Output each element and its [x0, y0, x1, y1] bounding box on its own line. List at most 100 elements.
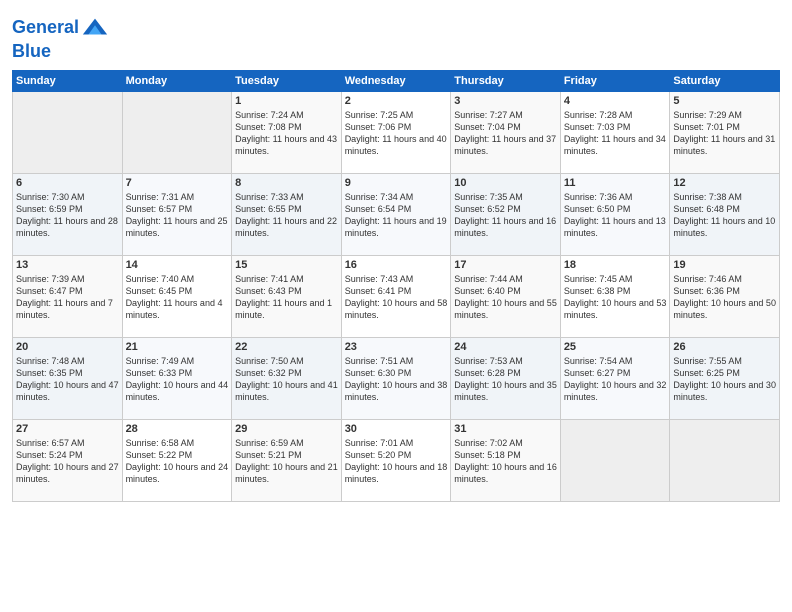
day-number: 24: [454, 341, 557, 353]
day-cell: 11 Sunrise: 7:36 AM Sunset: 6:50 PM Dayli…: [560, 173, 670, 255]
day-cell: 8 Sunrise: 7:33 AM Sunset: 6:55 PM Daylig…: [232, 173, 342, 255]
day-info: Sunrise: 7:44 AM Sunset: 6:40 PM Dayligh…: [454, 273, 557, 322]
day-number: 5: [673, 95, 776, 107]
week-row-2: 6 Sunrise: 7:30 AM Sunset: 6:59 PM Daylig…: [13, 173, 780, 255]
header-cell-sunday: Sunday: [13, 70, 123, 91]
week-row-3: 13 Sunrise: 7:39 AM Sunset: 6:47 PM Dayli…: [13, 255, 780, 337]
day-cell: [670, 419, 780, 501]
day-number: 3: [454, 95, 557, 107]
day-info: Sunrise: 7:35 AM Sunset: 6:52 PM Dayligh…: [454, 191, 557, 240]
day-cell: 30 Sunrise: 7:01 AM Sunset: 5:20 PM Dayli…: [341, 419, 451, 501]
week-row-1: 1 Sunrise: 7:24 AM Sunset: 7:08 PM Daylig…: [13, 91, 780, 173]
day-cell: 27 Sunrise: 6:57 AM Sunset: 5:24 PM Dayli…: [13, 419, 123, 501]
day-cell: 9Sunrise: 7:34 AM Sunset: 6:54 PM Daylig…: [341, 173, 451, 255]
day-number: 29: [235, 423, 338, 435]
day-number: 9: [345, 177, 448, 189]
day-cell: 6 Sunrise: 7:30 AM Sunset: 6:59 PM Daylig…: [13, 173, 123, 255]
day-info: Sunrise: 7:46 AM Sunset: 6:36 PM Dayligh…: [673, 273, 776, 322]
day-info: Sunrise: 7:28 AM Sunset: 7:03 PM Dayligh…: [564, 109, 667, 158]
calendar-table: SundayMondayTuesdayWednesdayThursdayFrid…: [12, 70, 780, 502]
day-number: 10: [454, 177, 557, 189]
day-number: 31: [454, 423, 557, 435]
day-number: 18: [564, 259, 667, 271]
day-cell: 7 Sunrise: 7:31 AM Sunset: 6:57 PM Daylig…: [122, 173, 232, 255]
day-number: 1: [235, 95, 338, 107]
day-info: Sunrise: 7:24 AM Sunset: 7:08 PM Dayligh…: [235, 109, 338, 158]
day-info: Sunrise: 7:30 AM Sunset: 6:59 PM Dayligh…: [16, 191, 119, 240]
day-cell: [13, 91, 123, 173]
day-number: 4: [564, 95, 667, 107]
day-cell: 23 Sunrise: 7:51 AM Sunset: 6:30 PM Dayli…: [341, 337, 451, 419]
header-cell-friday: Friday: [560, 70, 670, 91]
day-number: 28: [126, 423, 229, 435]
day-number: 11: [564, 177, 667, 189]
day-cell: 17 Sunrise: 7:44 AM Sunset: 6:40 PM Dayli…: [451, 255, 561, 337]
day-number: 8: [235, 177, 338, 189]
header: General Blue: [12, 10, 780, 62]
day-number: 25: [564, 341, 667, 353]
day-info: Sunrise: 7:53 AM Sunset: 6:28 PM Dayligh…: [454, 355, 557, 404]
day-cell: 1 Sunrise: 7:24 AM Sunset: 7:08 PM Daylig…: [232, 91, 342, 173]
day-cell: 24 Sunrise: 7:53 AM Sunset: 6:28 PM Dayli…: [451, 337, 561, 419]
day-info: Sunrise: 7:33 AM Sunset: 6:55 PM Dayligh…: [235, 191, 338, 240]
day-cell: [560, 419, 670, 501]
day-info: Sunrise: 7:51 AM Sunset: 6:30 PM Dayligh…: [345, 355, 448, 404]
logo: General Blue: [12, 14, 109, 62]
day-cell: 3 Sunrise: 7:27 AM Sunset: 7:04 PM Daylig…: [451, 91, 561, 173]
day-number: 23: [345, 341, 448, 353]
day-cell: 26 Sunrise: 7:55 AM Sunset: 6:25 PM Dayli…: [670, 337, 780, 419]
day-cell: 19Sunrise: 7:46 AM Sunset: 6:36 PM Dayli…: [670, 255, 780, 337]
day-cell: 12 Sunrise: 7:38 AM Sunset: 6:48 PM Dayli…: [670, 173, 780, 255]
day-cell: 15Sunrise: 7:41 AM Sunset: 6:43 PM Dayli…: [232, 255, 342, 337]
day-cell: 25 Sunrise: 7:54 AM Sunset: 6:27 PM Dayli…: [560, 337, 670, 419]
day-number: 16: [345, 259, 448, 271]
day-info: Sunrise: 7:43 AM Sunset: 6:41 PM Dayligh…: [345, 273, 448, 322]
day-cell: [122, 91, 232, 173]
day-info: Sunrise: 7:01 AM Sunset: 5:20 PM Dayligh…: [345, 437, 448, 486]
day-info: Sunrise: 7:54 AM Sunset: 6:27 PM Dayligh…: [564, 355, 667, 404]
day-info: Sunrise: 7:48 AM Sunset: 6:35 PM Dayligh…: [16, 355, 119, 404]
header-cell-saturday: Saturday: [670, 70, 780, 91]
day-cell: 31 Sunrise: 7:02 AM Sunset: 5:18 PM Dayli…: [451, 419, 561, 501]
day-number: 22: [235, 341, 338, 353]
day-number: 6: [16, 177, 119, 189]
day-number: 30: [345, 423, 448, 435]
day-cell: 2Sunrise: 7:25 AM Sunset: 7:06 PM Daylig…: [341, 91, 451, 173]
day-number: 14: [126, 259, 229, 271]
day-cell: 4 Sunrise: 7:28 AM Sunset: 7:03 PM Daylig…: [560, 91, 670, 173]
day-info: Sunrise: 7:40 AM Sunset: 6:45 PM Dayligh…: [126, 273, 229, 322]
day-cell: 28 Sunrise: 6:58 AM Sunset: 5:22 PM Dayli…: [122, 419, 232, 501]
day-info: Sunrise: 7:36 AM Sunset: 6:50 PM Dayligh…: [564, 191, 667, 240]
day-number: 27: [16, 423, 119, 435]
day-number: 17: [454, 259, 557, 271]
header-cell-wednesday: Wednesday: [341, 70, 451, 91]
header-cell-tuesday: Tuesday: [232, 70, 342, 91]
day-info: Sunrise: 6:57 AM Sunset: 5:24 PM Dayligh…: [16, 437, 119, 486]
day-number: 12: [673, 177, 776, 189]
day-info: Sunrise: 7:27 AM Sunset: 7:04 PM Dayligh…: [454, 109, 557, 158]
day-info: Sunrise: 7:45 AM Sunset: 6:38 PM Dayligh…: [564, 273, 667, 322]
calendar-container: General Blue SundayMondayTuesdayWednesda…: [0, 0, 792, 510]
day-info: Sunrise: 7:55 AM Sunset: 6:25 PM Dayligh…: [673, 355, 776, 404]
day-cell: 18 Sunrise: 7:45 AM Sunset: 6:38 PM Dayli…: [560, 255, 670, 337]
day-number: 13: [16, 259, 119, 271]
day-number: 21: [126, 341, 229, 353]
header-row: SundayMondayTuesdayWednesdayThursdayFrid…: [13, 70, 780, 91]
week-row-4: 20Sunrise: 7:48 AM Sunset: 6:35 PM Dayli…: [13, 337, 780, 419]
day-info: Sunrise: 6:59 AM Sunset: 5:21 PM Dayligh…: [235, 437, 338, 486]
day-cell: 29 Sunrise: 6:59 AM Sunset: 5:21 PM Dayli…: [232, 419, 342, 501]
day-info: Sunrise: 7:38 AM Sunset: 6:48 PM Dayligh…: [673, 191, 776, 240]
day-info: Sunrise: 7:02 AM Sunset: 5:18 PM Dayligh…: [454, 437, 557, 486]
day-info: Sunrise: 7:50 AM Sunset: 6:32 PM Dayligh…: [235, 355, 338, 404]
day-info: Sunrise: 6:58 AM Sunset: 5:22 PM Dayligh…: [126, 437, 229, 486]
day-info: Sunrise: 7:39 AM Sunset: 6:47 PM Dayligh…: [16, 273, 119, 322]
day-info: Sunrise: 7:31 AM Sunset: 6:57 PM Dayligh…: [126, 191, 229, 240]
day-cell: 22 Sunrise: 7:50 AM Sunset: 6:32 PM Dayli…: [232, 337, 342, 419]
day-cell: 5Sunrise: 7:29 AM Sunset: 7:01 PM Daylig…: [670, 91, 780, 173]
day-info: Sunrise: 7:25 AM Sunset: 7:06 PM Dayligh…: [345, 109, 448, 158]
day-number: 26: [673, 341, 776, 353]
day-cell: 10 Sunrise: 7:35 AM Sunset: 6:52 PM Dayli…: [451, 173, 561, 255]
day-cell: 14 Sunrise: 7:40 AM Sunset: 6:45 PM Dayli…: [122, 255, 232, 337]
day-number: 15: [235, 259, 338, 271]
day-number: 7: [126, 177, 229, 189]
